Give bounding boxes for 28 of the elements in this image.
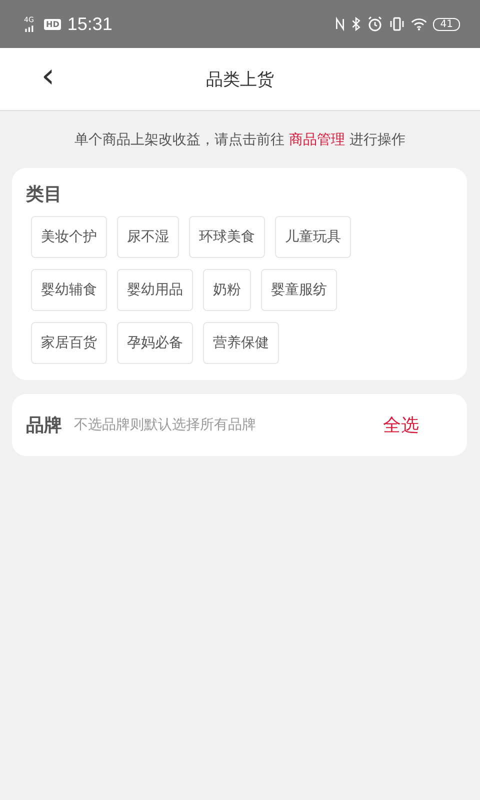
- bluetooth-icon: [351, 16, 362, 32]
- section-title: 类目: [26, 183, 63, 206]
- select-all-button[interactable]: 全选: [377, 412, 425, 438]
- wifi-icon: [411, 16, 428, 32]
- nfc-icon: [335, 16, 346, 32]
- section-title: 品牌: [26, 414, 62, 437]
- vibrate-icon: [389, 16, 406, 32]
- category-chip[interactable]: 环球美食: [189, 216, 265, 258]
- category-chip[interactable]: 营养保健: [203, 322, 279, 364]
- category-chip[interactable]: 孕妈必备: [117, 322, 193, 364]
- brand-hint: 不选品牌则默认选择所有品牌: [74, 416, 257, 434]
- alarm-icon: [367, 16, 384, 32]
- category-chip[interactable]: 婴幼辅食: [31, 269, 107, 311]
- category-chip[interactable]: 婴幼用品: [117, 269, 193, 311]
- category-chip[interactable]: 尿不湿: [117, 216, 179, 258]
- signal-icon: [24, 24, 36, 32]
- page-title: 品类上货: [205, 68, 275, 90]
- back-button[interactable]: ‹: [0, 48, 96, 110]
- category-chip[interactable]: 儿童玩具: [275, 216, 351, 258]
- product-management-link[interactable]: 商品管理: [289, 132, 345, 148]
- category-chip[interactable]: 美妆个护: [31, 216, 107, 258]
- category-chip[interactable]: 家居百货: [31, 322, 107, 364]
- hd-badge: HD: [44, 18, 62, 30]
- category-chip[interactable]: 婴童服纺: [261, 269, 337, 311]
- battery-indicator: 41: [433, 18, 460, 30]
- category-chip[interactable]: 奶粉: [203, 269, 251, 311]
- notice-text: 单个商品上架改收益，请点击前往 商品管理 进行操作: [74, 131, 406, 149]
- clock-time: 15:31: [67, 14, 112, 34]
